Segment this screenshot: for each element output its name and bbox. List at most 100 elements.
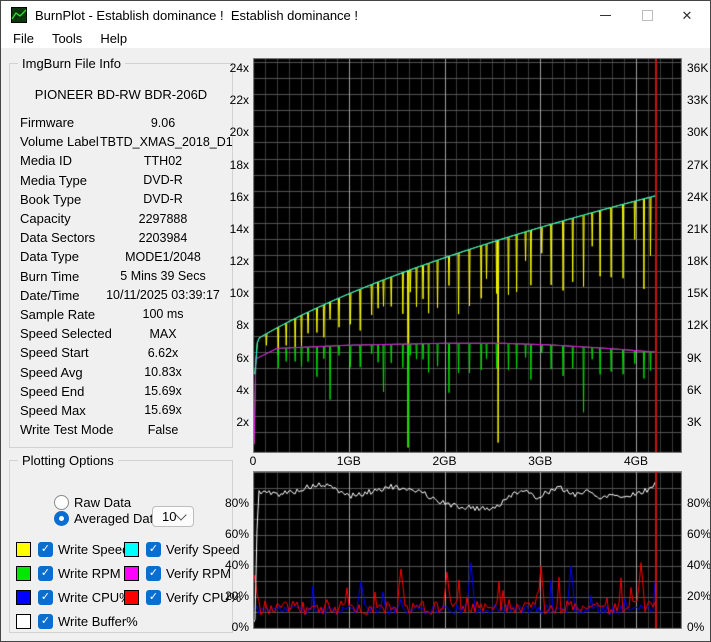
axis-tick-label: 2GB xyxy=(432,454,457,468)
averaged-data-radio[interactable] xyxy=(54,511,69,526)
axis-tick-label: 20x xyxy=(229,125,249,140)
info-row: Data Type MODE1/2048 xyxy=(20,247,226,266)
axis-tick-label: 18K xyxy=(687,254,709,269)
legend-label: Write CPU% xyxy=(58,589,131,605)
client-area: ImgBurn File Info PIONEER BD-RW BDR-206D… xyxy=(1,48,710,641)
plotting-options-group: Plotting Options Raw Data Averaged Data … xyxy=(9,453,241,633)
info-row: Volume Label TBTD_XMAS_2018_D1 xyxy=(20,132,233,151)
info-label: Date/Time xyxy=(20,287,80,303)
info-label: Speed Avg xyxy=(20,364,83,380)
info-label: Speed Selected xyxy=(20,326,112,342)
menu-item-tools[interactable]: Tools xyxy=(46,29,88,48)
info-value: 5 Mins 39 Secs xyxy=(120,269,206,284)
color-swatch[interactable] xyxy=(16,541,31,557)
axis-tick-label: 2x xyxy=(236,414,249,429)
axis-tick-label: 21K xyxy=(687,221,709,236)
maximize-button[interactable] xyxy=(626,1,668,29)
axis-tick-label: 20% xyxy=(687,589,711,603)
info-label: Speed End xyxy=(20,383,85,399)
info-row: Data Sectors 2203984 xyxy=(20,228,226,247)
color-swatch[interactable] xyxy=(16,613,31,629)
info-label: Volume Label xyxy=(20,134,99,150)
chevron-down-icon xyxy=(175,508,187,521)
axis-tick-label: 40% xyxy=(224,558,249,572)
axis-tick-label: 8x xyxy=(236,318,249,333)
info-row: Burn Time 5 Mins 39 Secs xyxy=(20,267,226,286)
series-checkbox[interactable]: ✓ xyxy=(38,565,53,581)
series-checkbox[interactable]: ✓ xyxy=(146,541,161,557)
raw-data-radio[interactable] xyxy=(54,495,69,510)
axis-tick-label: 10x xyxy=(229,286,249,301)
legend-item-write-cpu-: ✓ Write CPU% xyxy=(16,589,131,605)
cpu-buffer-chart-canvas xyxy=(253,471,682,629)
info-label: Burn Time xyxy=(20,268,80,284)
info-value: DVD-R xyxy=(143,192,183,207)
axis-tick-label: 3GB xyxy=(528,454,553,468)
color-swatch[interactable] xyxy=(124,541,139,557)
group-title: ImgBurn File Info xyxy=(22,56,121,71)
legend-item-write-speed: ✓ Write Speed xyxy=(16,541,129,557)
close-button[interactable]: ✕ xyxy=(666,1,708,29)
axis-tick-label: 3K xyxy=(687,414,702,429)
axis-tick-label: 22x xyxy=(229,93,249,108)
info-label: Firmware xyxy=(20,115,75,131)
menu-item-file[interactable]: File xyxy=(7,29,40,48)
legend-item-write-rpm: ✓ Write RPM xyxy=(16,565,121,581)
info-row: Write Test Mode False xyxy=(20,420,226,439)
axis-tick-label: 6x xyxy=(236,350,249,365)
axis-tick-label: 20% xyxy=(224,589,249,603)
axis-tick-label: 0% xyxy=(231,620,249,634)
series-checkbox[interactable]: ✓ xyxy=(38,541,53,557)
info-row: Book Type DVD-R xyxy=(20,190,226,209)
axis-tick-label: 0% xyxy=(687,620,705,634)
info-value: 10/11/2025 03:39:17 xyxy=(106,288,220,303)
info-row: Date/Time 10/11/2025 03:39:17 xyxy=(20,286,226,305)
axis-tick-label: 0 xyxy=(249,454,257,468)
axis-tick-label: 33K xyxy=(687,93,709,108)
axis-tick-label: 14x xyxy=(229,221,249,236)
color-swatch[interactable] xyxy=(124,565,139,581)
menu-item-help[interactable]: Help xyxy=(94,29,133,48)
info-row: Firmware 9.06 xyxy=(20,113,226,132)
info-label: Media Type xyxy=(20,172,87,188)
info-row: Speed Start 6.62x xyxy=(20,343,226,362)
average-count-value: 10 xyxy=(162,509,177,524)
file-info-rows: Firmware 9.06 Volume Label TBTD_XMAS_2018_D… xyxy=(20,113,233,439)
average-count-select[interactable]: 10 xyxy=(152,506,194,527)
axis-tick-label: 80% xyxy=(687,496,711,510)
raw-data-label: Raw Data xyxy=(74,495,132,510)
window-title: BurnPlot - Establish dominance ! Establi… xyxy=(35,8,359,23)
info-row: Media ID TTH02 xyxy=(20,151,226,170)
info-row: Speed End 15.69x xyxy=(20,382,226,401)
group-title: Plotting Options xyxy=(22,453,114,468)
series-checkbox[interactable]: ✓ xyxy=(146,565,161,581)
axis-tick-label: 36K xyxy=(687,61,709,75)
minimize-button[interactable] xyxy=(584,1,626,29)
info-label: Data Type xyxy=(20,249,80,265)
axis-tick-label: 30K xyxy=(687,125,709,140)
axis-tick-label: 60% xyxy=(224,527,249,541)
imgburn-file-info-group: ImgBurn File Info PIONEER BD-RW BDR-206D… xyxy=(9,56,233,448)
maximize-icon xyxy=(641,9,653,21)
axis-tick-label: 24x xyxy=(229,61,249,75)
averaged-data-label: Averaged Data xyxy=(74,511,161,526)
info-value: 2203984 xyxy=(138,230,188,245)
series-checkbox[interactable]: ✓ xyxy=(146,589,161,605)
title-bar[interactable]: BurnPlot - Establish dominance ! Establi… xyxy=(1,1,710,29)
info-label: Speed Max xyxy=(20,402,86,418)
legend-label: Write Speed xyxy=(58,541,130,557)
color-swatch[interactable] xyxy=(124,589,139,605)
info-value: 15.69x xyxy=(144,384,182,399)
info-value: DVD-R xyxy=(143,173,183,188)
series-checkbox[interactable]: ✓ xyxy=(38,589,53,605)
series-checkbox[interactable]: ✓ xyxy=(38,613,53,629)
axis-tick-label: 16x xyxy=(229,189,249,204)
info-row: Media Type DVD-R xyxy=(20,171,226,190)
axis-tick-label: 9K xyxy=(687,350,702,365)
color-swatch[interactable] xyxy=(16,565,31,581)
info-value: False xyxy=(147,422,179,437)
info-value: 6.62x xyxy=(147,345,179,360)
info-label: Sample Rate xyxy=(20,306,96,322)
color-swatch[interactable] xyxy=(16,589,31,605)
close-icon: ✕ xyxy=(681,7,693,23)
